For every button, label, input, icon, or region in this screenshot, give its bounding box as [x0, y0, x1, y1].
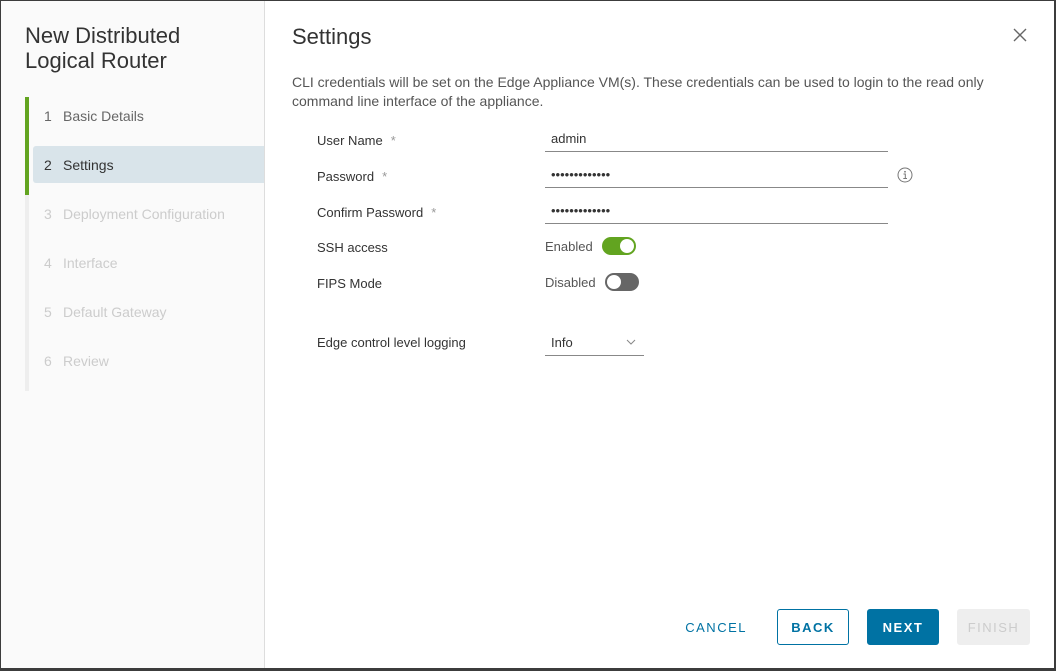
- password-label-text: Password: [317, 169, 375, 184]
- confirm-password-label: Confirm Password *: [317, 205, 436, 220]
- ssh-toggle[interactable]: Enabled: [545, 237, 636, 255]
- username-label: User Name *: [317, 133, 396, 148]
- confirm-password-row: Confirm Password *: [317, 198, 937, 228]
- step-label: Basic Details: [63, 107, 144, 124]
- required-marker: *: [390, 133, 396, 148]
- ssh-row: SSH access Enabled: [317, 237, 937, 267]
- ssh-state-label: Enabled: [545, 238, 593, 254]
- page-description: CLI credentials will be set on the Edge …: [292, 74, 984, 109]
- logging-level-value: Info: [551, 335, 573, 350]
- logging-label: Edge control level logging: [317, 335, 466, 350]
- close-icon[interactable]: [1012, 27, 1028, 43]
- fips-state-label: Disabled: [545, 274, 596, 290]
- step-review[interactable]: 6 Review: [33, 342, 264, 379]
- step-rail-progress: [25, 97, 29, 195]
- wizard-sidebar: New Distributed Logical Router 1 Basic D…: [1, 1, 265, 668]
- step-number: 2: [44, 156, 52, 173]
- step-basic-details[interactable]: 1 Basic Details: [33, 97, 264, 134]
- step-number: 1: [44, 107, 52, 124]
- password-label: Password *: [317, 169, 387, 184]
- fips-label: FIPS Mode: [317, 276, 383, 291]
- step-interface[interactable]: 4 Interface: [33, 244, 264, 281]
- wizard-footer: CANCEL BACK NEXT FINISH: [655, 609, 1030, 645]
- fips-row: FIPS Mode Disabled: [317, 273, 937, 303]
- step-label: Deployment Configuration: [63, 205, 225, 222]
- step-label: Default Gateway: [63, 303, 167, 320]
- confirm-password-label-text: Confirm Password: [317, 205, 424, 220]
- username-row: User Name *: [317, 126, 937, 156]
- step-label: Settings: [63, 156, 114, 173]
- required-marker: *: [431, 205, 437, 220]
- ssh-label: SSH access: [317, 240, 388, 255]
- confirm-password-input[interactable]: [545, 198, 888, 224]
- wizard-content: Settings CLI credentials will be set on …: [265, 1, 1054, 668]
- step-settings[interactable]: 2 Settings: [33, 146, 264, 183]
- step-default-gateway[interactable]: 5 Default Gateway: [33, 293, 264, 330]
- wizard-title: New Distributed Logical Router: [25, 23, 181, 73]
- ssh-switch[interactable]: [601, 237, 636, 255]
- password-row: Password *: [317, 162, 937, 192]
- switch-knob: [619, 239, 634, 253]
- required-marker: *: [382, 169, 388, 184]
- next-button[interactable]: NEXT: [867, 609, 939, 645]
- username-label-text: User Name: [317, 133, 383, 148]
- page-title: Settings: [292, 24, 372, 49]
- step-number: 3: [44, 205, 52, 222]
- step-deployment-configuration[interactable]: 3 Deployment Configuration: [33, 195, 264, 232]
- step-label: Review: [63, 352, 109, 369]
- step-number: 4: [44, 254, 52, 271]
- back-button[interactable]: BACK: [777, 609, 849, 645]
- info-icon[interactable]: [897, 167, 913, 183]
- step-number: 5: [44, 303, 52, 320]
- chevron-down-icon: [626, 339, 636, 345]
- switch-knob: [606, 275, 621, 289]
- logging-level-select[interactable]: Info: [545, 330, 644, 356]
- wizard-dialog: New Distributed Logical Router 1 Basic D…: [1, 1, 1054, 668]
- fips-switch[interactable]: [604, 273, 639, 291]
- step-label: Interface: [63, 254, 118, 271]
- wizard-steps: 1 Basic Details 2 Settings 3 Deployment …: [25, 97, 264, 391]
- finish-button[interactable]: FINISH: [957, 609, 1030, 645]
- cancel-button[interactable]: CANCEL: [673, 609, 759, 645]
- step-number: 6: [44, 352, 52, 369]
- password-input[interactable]: [545, 162, 888, 188]
- username-input[interactable]: [545, 126, 888, 152]
- logging-row: Edge control level logging Info: [317, 330, 937, 360]
- fips-toggle[interactable]: Disabled: [545, 273, 639, 291]
